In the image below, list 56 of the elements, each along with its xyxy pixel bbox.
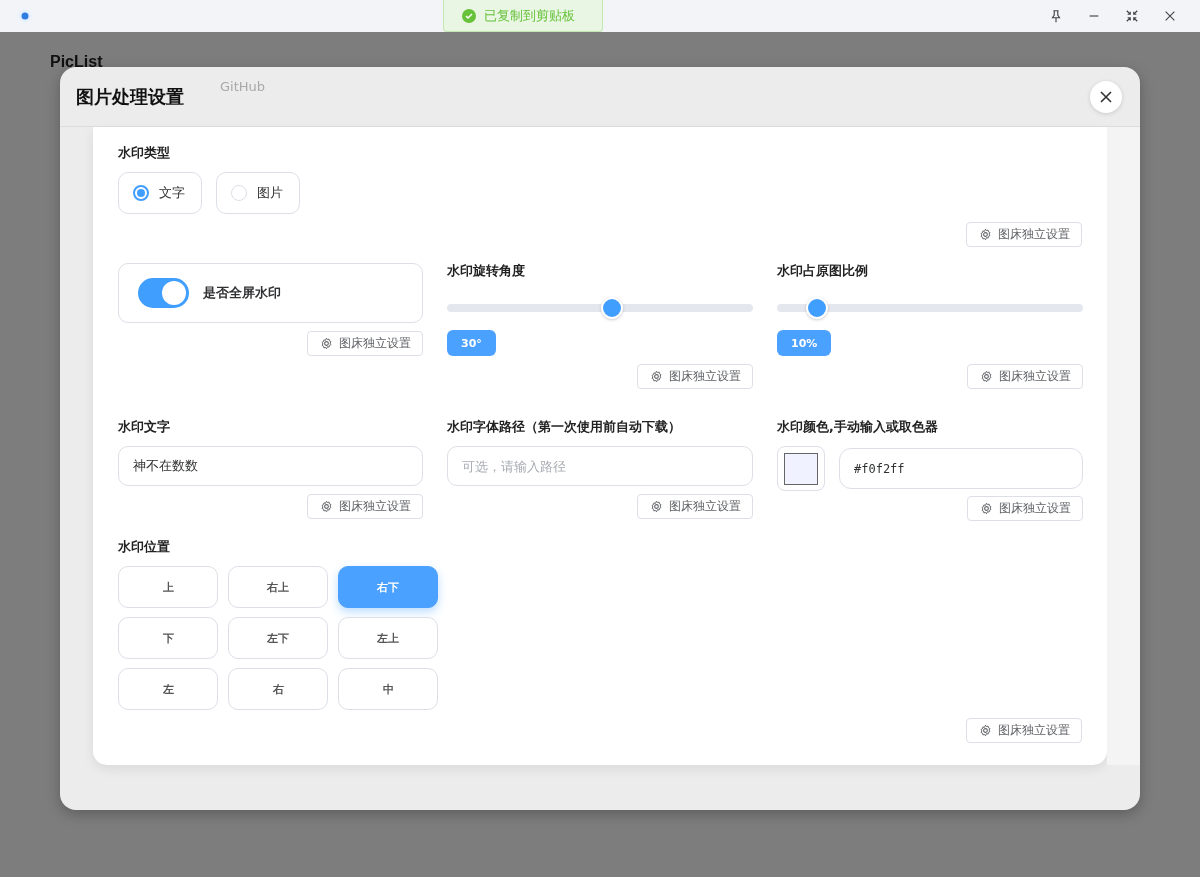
close-icon — [1163, 9, 1177, 23]
field-label: 水印类型 — [118, 145, 171, 162]
dialog-title: 图片处理设置 — [76, 84, 184, 109]
value-badge: 10% — [777, 330, 832, 356]
settings-button[interactable]: 图床独立设置 — [967, 496, 1083, 521]
gear-icon — [319, 500, 333, 513]
close-icon — [1098, 89, 1114, 105]
check-icon — [462, 8, 476, 23]
settings-button[interactable]: 图床独立设置 — [967, 364, 1083, 389]
toggle-switch[interactable] — [138, 278, 189, 308]
position-button[interactable]: 中 — [338, 668, 438, 710]
color-field[interactable]: #f0f2ff — [839, 448, 1083, 489]
app-title: PicList — [50, 53, 103, 71]
gear-icon — [978, 724, 992, 737]
toast-text: 已复制到剪贴板 — [484, 6, 575, 25]
position-button[interactable]: 左下 — [228, 617, 328, 659]
slider-thumb[interactable] — [805, 297, 828, 319]
settings-button[interactable]: 图床独立设置 — [637, 494, 753, 519]
slider-track[interactable] — [777, 297, 1083, 319]
color-picker[interactable] — [777, 446, 825, 491]
toggle-label: 是否全屏水印 — [203, 284, 281, 302]
app-logo-icon — [18, 9, 32, 23]
settings-button[interactable]: 图床独立设置 — [307, 331, 423, 356]
gear-icon — [979, 370, 993, 383]
radio-option[interactable]: 图片 — [216, 172, 300, 214]
gear-icon — [979, 502, 993, 515]
field-label: 水印占原图比例 — [777, 263, 869, 280]
background-text: GitHub — [220, 79, 266, 94]
value-badge: 30° — [447, 330, 496, 356]
field-label: 水印位置 — [118, 539, 171, 556]
settings-button[interactable]: 图床独立设置 — [307, 494, 423, 519]
gear-icon — [319, 337, 333, 350]
position-button[interactable]: 上 — [118, 566, 218, 608]
gear-icon — [978, 228, 992, 241]
pin-icon — [1049, 9, 1063, 23]
field-label: 水印文字 — [118, 419, 171, 436]
field-label: 水印字体路径（第一次使用前自动下载） — [447, 419, 682, 436]
text-field[interactable]: 神不在数数 — [118, 446, 423, 486]
position-button[interactable]: 左 — [118, 668, 218, 710]
settings-button[interactable]: 图床独立设置 — [966, 222, 1082, 247]
position-button[interactable]: 右上 — [228, 566, 328, 608]
slider-thumb[interactable] — [601, 297, 624, 319]
gear-icon — [649, 370, 663, 383]
slider-track[interactable] — [447, 297, 753, 319]
position-button[interactable]: 右 — [228, 668, 328, 710]
field-label: 水印颜色,手动输入或取色器 — [777, 419, 939, 436]
close-button[interactable] — [1090, 81, 1122, 113]
path-field[interactable]: 可选，请输入路径 — [447, 446, 753, 486]
settings-button[interactable]: 图床独立设置 — [637, 364, 753, 389]
gear-icon — [649, 500, 663, 513]
position-button[interactable]: 下 — [118, 617, 218, 659]
field-label: 水印旋转角度 — [447, 263, 526, 280]
radio-option[interactable]: 文字 — [118, 172, 202, 214]
shrink-icon — [1125, 9, 1139, 23]
settings-button[interactable]: 图床独立设置 — [966, 718, 1082, 743]
position-button[interactable]: 左上 — [338, 617, 438, 659]
